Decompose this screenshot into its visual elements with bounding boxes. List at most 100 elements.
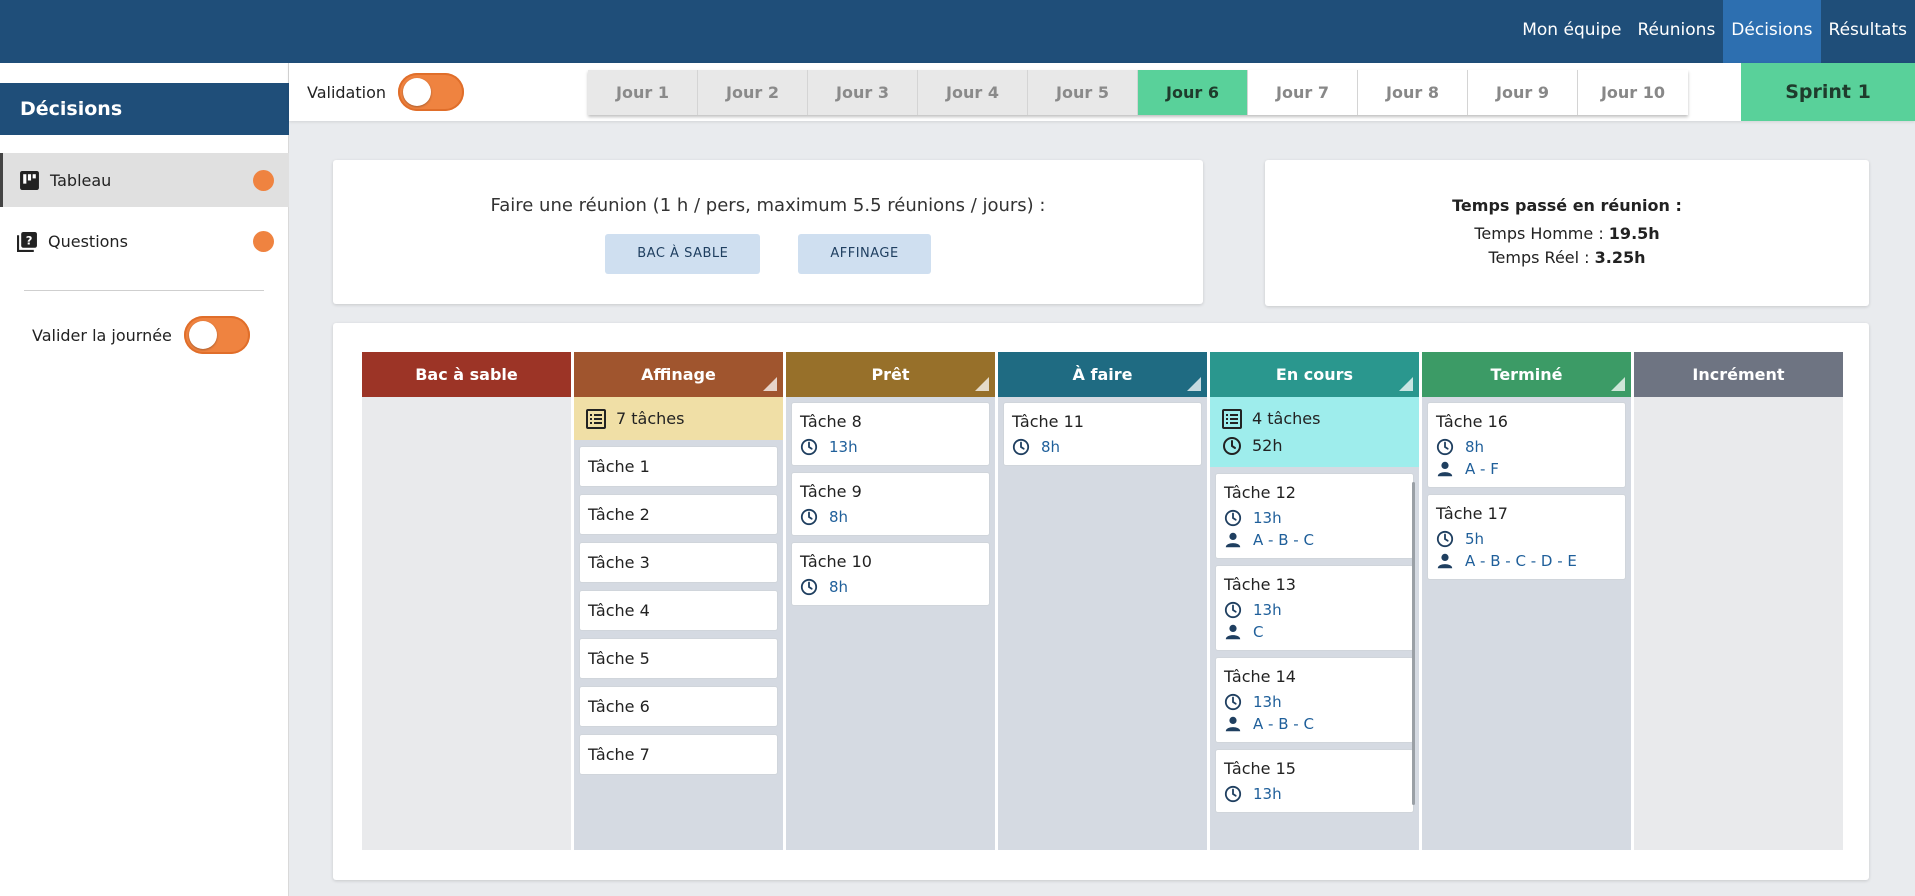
task-list-icon <box>1222 408 1242 429</box>
task-card[interactable]: Tâche 2 <box>579 494 778 535</box>
meeting-title: Faire une réunion (1 h / pers, maximum 5… <box>490 195 1046 216</box>
tab-jour-2[interactable]: Jour 2 <box>698 70 808 115</box>
task-time-row: 13h <box>800 438 981 456</box>
column-header: Affinage <box>574 352 783 397</box>
task-name: Tâche 3 <box>588 553 650 572</box>
task-card[interactable]: Tâche 3 <box>579 542 778 583</box>
sidebar-item-tableau[interactable]: Tableau <box>0 153 289 207</box>
validate-day-toggle[interactable] <box>183 316 250 354</box>
summary-count-row: 7 tâches <box>586 405 771 432</box>
task-card[interactable]: Tâche 15 13h <box>1215 749 1414 813</box>
resize-corner-icon[interactable] <box>1187 377 1201 391</box>
column-body: 7 tâches Tâche 1 Tâche 2 Tâche 3 Tâche 4 Tâch… <box>574 397 783 775</box>
time-reel: Temps Réel : 3.25h <box>1265 248 1869 267</box>
column-header: À faire <box>998 352 1207 397</box>
column-6: Incrément <box>1634 352 1843 850</box>
task-card[interactable]: Tâche 11 8h <box>1003 402 1202 466</box>
task-card[interactable]: Tâche 4 <box>579 590 778 631</box>
task-card[interactable]: Tâche 5 <box>579 638 778 679</box>
clock-icon <box>1224 509 1242 527</box>
task-time: 13h <box>829 438 858 456</box>
tab-jour-5[interactable]: Jour 5 <box>1028 70 1138 115</box>
nav-decisions[interactable]: Décisions <box>1723 0 1821 63</box>
column-body: 4 tâches 52h Tâche 12 13h A - B - C Tâche 13 1… <box>1210 397 1419 813</box>
sidebar-item-questions[interactable]: ? Questions <box>0 214 289 268</box>
tab-jour-4[interactable]: Jour 4 <box>918 70 1028 115</box>
clock-icon <box>800 578 818 596</box>
nav-resultats[interactable]: Résultats <box>1821 0 1915 63</box>
column-4: En cours 4 tâches 52h Tâche 12 13h A - B - CT… <box>1210 352 1419 850</box>
tab-jour-8[interactable]: Jour 8 <box>1358 70 1468 115</box>
tab-jour-10[interactable]: Jour 10 <box>1578 70 1688 115</box>
nav-reunions[interactable]: Réunions <box>1629 0 1723 63</box>
tab-jour-1[interactable]: Jour 1 <box>588 70 698 115</box>
column-header: Terminé <box>1422 352 1631 397</box>
time-homme: Temps Homme : 19.5h <box>1265 224 1869 243</box>
tab-jour-7[interactable]: Jour 7 <box>1248 70 1358 115</box>
bac-a-sable-meeting-button[interactable]: BAC À SABLE <box>605 234 761 274</box>
task-card[interactable]: Tâche 10 8h <box>791 542 990 606</box>
task-card[interactable]: Tâche 16 8h A - F <box>1427 402 1626 488</box>
task-card[interactable]: Tâche 7 <box>579 734 778 775</box>
column-header: Bac à sable <box>362 352 571 397</box>
clock-icon <box>800 438 818 456</box>
task-name: Tâche 13 <box>1224 575 1296 594</box>
validate-day-row: Valider la journée <box>32 316 250 354</box>
tab-jour-3[interactable]: Jour 3 <box>808 70 918 115</box>
tab-jour-6[interactable]: Jour 6 <box>1138 70 1248 115</box>
task-card[interactable]: Tâche 8 13h <box>791 402 990 466</box>
task-name: Tâche 2 <box>588 505 650 524</box>
validation-row: Validation <box>307 73 465 111</box>
task-card[interactable]: Tâche 1 <box>579 446 778 487</box>
meeting-time-title: Temps passé en réunion : <box>1452 196 1682 215</box>
question-icon: ? <box>17 231 37 252</box>
column-summary: 4 tâches 52h <box>1210 397 1419 467</box>
task-name: Tâche 8 <box>800 412 862 431</box>
summary-count: 4 tâches <box>1252 409 1321 428</box>
column-title: En cours <box>1275 365 1354 384</box>
task-name: Tâche 4 <box>588 601 650 620</box>
task-name: Tâche 12 <box>1224 483 1296 502</box>
task-name: Tâche 16 <box>1436 412 1508 431</box>
column-0: Bac à sable <box>362 352 571 850</box>
task-card[interactable]: Tâche 9 8h <box>791 472 990 536</box>
task-time: 5h <box>1465 530 1485 548</box>
task-card[interactable]: Tâche 13 13h C <box>1215 565 1414 651</box>
kanban-board: Bac à sable Affinage 7 tâches Tâche 1 Tâche … <box>362 352 1843 850</box>
column-scrollbar[interactable] <box>1412 482 1415 805</box>
toggle-knob <box>188 321 217 349</box>
task-people: A - F <box>1465 460 1499 478</box>
toggle-knob <box>403 78 432 106</box>
task-card[interactable]: Tâche 6 <box>579 686 778 727</box>
affinage-meeting-button[interactable]: AFFINAGE <box>798 234 931 274</box>
sprint-badge: Sprint 1 <box>1741 63 1915 121</box>
kanban-card: Bac à sable Affinage 7 tâches Tâche 1 Tâche … <box>333 323 1869 880</box>
column-3: À faire Tâche 11 8h <box>998 352 1207 850</box>
clock-icon <box>1436 530 1454 548</box>
task-card[interactable]: Tâche 14 13h A - B - C <box>1215 657 1414 743</box>
validation-toggle[interactable] <box>398 73 465 111</box>
task-name: Tâche 10 <box>800 552 872 571</box>
task-card[interactable]: Tâche 17 5h A - B - C - D - E <box>1427 494 1626 580</box>
day-bar: Validation Jour 1 Jour 2 Jour 3 Jour 4 J… <box>289 63 1915 121</box>
task-people-row: A - B - C <box>1224 531 1405 549</box>
resize-corner-icon[interactable] <box>975 377 989 391</box>
column-title: À faire <box>1072 365 1133 384</box>
person-icon <box>1225 716 1241 732</box>
column-body <box>362 397 571 402</box>
task-time-row: 13h <box>1224 601 1405 619</box>
resize-corner-icon[interactable] <box>1399 377 1413 391</box>
clock-icon <box>1224 785 1242 803</box>
resize-corner-icon[interactable] <box>1611 377 1625 391</box>
resize-corner-icon[interactable] <box>763 377 777 391</box>
nav-mon-equipe[interactable]: Mon équipe <box>1514 0 1629 63</box>
clock-icon <box>1012 438 1030 456</box>
column-title: Prêt <box>871 365 910 384</box>
person-icon <box>1225 532 1241 548</box>
task-card[interactable]: Tâche 12 13h A - B - C <box>1215 473 1414 559</box>
time-homme-value: 19.5h <box>1608 224 1660 243</box>
task-list-icon <box>586 408 606 429</box>
validate-day-label: Valider la journée <box>32 325 172 345</box>
tab-jour-9[interactable]: Jour 9 <box>1468 70 1578 115</box>
task-time-row: 8h <box>1436 438 1617 456</box>
